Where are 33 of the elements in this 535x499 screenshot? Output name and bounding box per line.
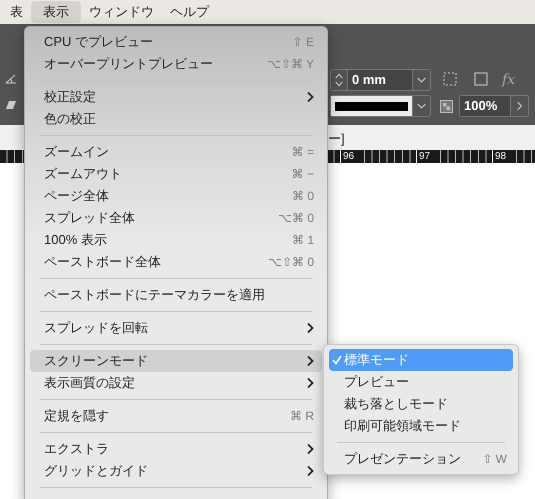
menu-item[interactable]: エクストラ — [30, 438, 322, 460]
menu-item[interactable]: 100% 表示 ⌘ 1 — [30, 229, 322, 251]
menu-item[interactable]: 色の校正 — [30, 108, 322, 130]
opacity-icon — [440, 100, 453, 113]
menu-bar-item[interactable]: ヘルプ — [162, 1, 217, 23]
ruler-label: 98 — [492, 150, 510, 163]
ruler-label: 97 — [416, 150, 434, 163]
menu-item[interactable]: スプレッドを回転 — [30, 317, 322, 339]
menu-item[interactable]: グリッドとガイド — [30, 460, 322, 482]
menu-item[interactable]: オーバープリントプレビュー ⌥⇧⌘ Y — [30, 53, 322, 75]
menu-item[interactable]: 裁ち落としモード — [329, 393, 513, 415]
ruler-label: 96 — [340, 150, 358, 163]
angle-icon — [5, 74, 17, 84]
menu-bar-item[interactable]: ウィンドウ — [81, 1, 162, 23]
document-tab-title[interactable]: ー] — [328, 129, 345, 148]
menu-item[interactable]: スプレッド全体 ⌥⌘ 0 — [30, 207, 322, 229]
menu-item[interactable]: プレゼンテーション ⇧ W — [329, 448, 513, 470]
menu-item[interactable]: CPU でプレビュー ⇧ E — [30, 31, 322, 53]
menu-item[interactable]: ズームアウト ⌘ − — [30, 163, 322, 185]
menu-item[interactable]: プレビュー — [329, 371, 513, 393]
menu-item[interactable]: 校正設定 — [30, 86, 322, 108]
stroke-swatch[interactable] — [331, 96, 412, 116]
menu-item[interactable]: ページ全体 ⌘ 0 — [30, 185, 322, 207]
menu-item[interactable]: 印刷可能領域モード — [329, 415, 513, 437]
menu-bar-item[interactable]: 表 — [2, 1, 31, 23]
menu-item[interactable]: ペーストボードにテーマカラーを適用 — [30, 284, 322, 306]
menu-item[interactable]: 表示画質の設定 — [30, 372, 322, 394]
menu-item[interactable]: ペーストボード全体 ⌥⇧⌘ 0 — [30, 251, 322, 273]
shear-icon — [5, 100, 17, 110]
menu-bar-item[interactable]: 表示 — [31, 1, 81, 23]
menu-item[interactable]: ズームイン ⌘ = — [30, 141, 322, 163]
menu-item[interactable]: 定規を隠す ⌘ R — [30, 405, 322, 427]
menu-item[interactable]: スクリーンモード — [30, 350, 322, 372]
